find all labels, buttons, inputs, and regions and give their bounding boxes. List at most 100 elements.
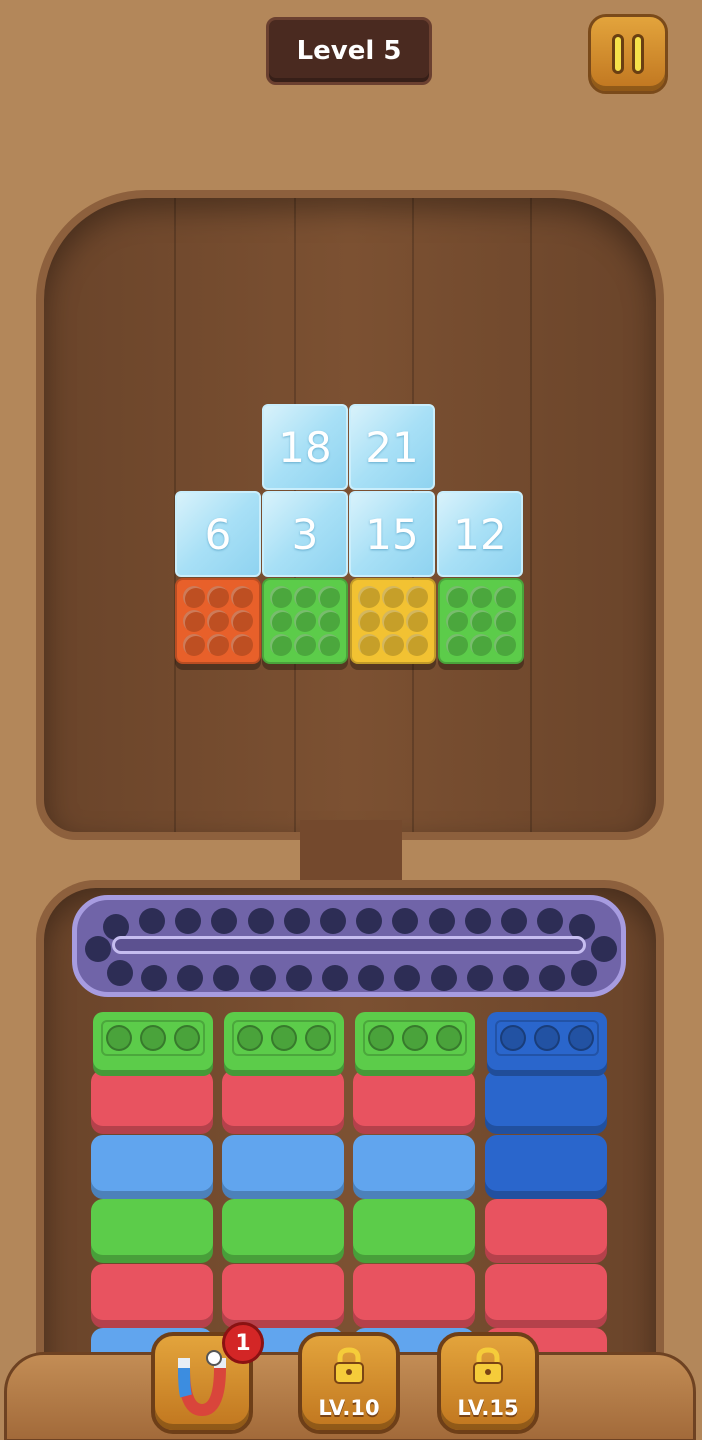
tile-dot: [294, 610, 316, 632]
stack-layer[interactable]: [353, 1134, 475, 1191]
stack-layer[interactable]: [485, 1134, 607, 1191]
tile-dot: [183, 610, 205, 632]
tile-dot: [207, 610, 229, 632]
cap-hole: [402, 1025, 428, 1051]
stack-cap[interactable]: [224, 1012, 344, 1070]
tile-dot: [406, 634, 428, 656]
stack-layer[interactable]: [91, 1070, 213, 1126]
stack-layer[interactable]: [353, 1263, 475, 1320]
conveyor-slot: [177, 965, 204, 991]
stack-layer[interactable]: [485, 1199, 607, 1255]
cap-hole: [568, 1025, 594, 1051]
green-block-tile[interactable]: [262, 578, 348, 664]
stack-cap[interactable]: [487, 1012, 607, 1070]
conveyor-slot: [358, 965, 385, 991]
stack-layer[interactable]: [91, 1199, 213, 1255]
magnet-count-badge: 1: [222, 1322, 264, 1364]
pause-icon-bar: [632, 34, 644, 74]
conveyor-slot: [211, 908, 238, 934]
stack-layer[interactable]: [353, 1070, 475, 1126]
tile-dot: [358, 586, 380, 608]
stack-layer[interactable]: [222, 1199, 344, 1255]
tile-dot: [270, 634, 292, 656]
tile-dot: [270, 610, 292, 632]
tile-dot: [494, 634, 516, 656]
ice-tile[interactable]: 15: [349, 491, 435, 577]
stack-layer[interactable]: [91, 1263, 213, 1320]
locked-booster-button[interactable]: LV.10: [298, 1332, 400, 1434]
ice-tile[interactable]: 3: [262, 491, 348, 577]
conveyor-slot: [175, 908, 202, 934]
orange-block-tile[interactable]: [175, 578, 261, 664]
ice-tile[interactable]: 18: [262, 404, 348, 490]
pause-icon: [612, 34, 624, 74]
conveyor-slot: [591, 936, 617, 962]
tile-dot: [270, 586, 292, 608]
stack-layer[interactable]: [222, 1070, 344, 1126]
tile-dot: [294, 634, 316, 656]
tile-dot: [231, 610, 253, 632]
pause-button[interactable]: [588, 14, 668, 94]
cap-hole: [500, 1025, 526, 1051]
green-block-tile[interactable]: [438, 578, 524, 664]
tile-dot: [318, 586, 340, 608]
conveyor-slot: [213, 965, 240, 991]
tile-dot: [470, 586, 492, 608]
conveyor-slot: [107, 960, 133, 986]
stack-cap[interactable]: [355, 1012, 475, 1070]
yellow-block-tile[interactable]: [350, 578, 436, 664]
conveyor-slot: [392, 908, 419, 934]
conveyor-slot: [283, 908, 310, 934]
tile-dot: [382, 586, 404, 608]
conveyor-slot: [501, 908, 527, 934]
conveyor-slot: [322, 965, 348, 991]
conveyor-slot: [139, 908, 165, 934]
cap-hole: [106, 1025, 132, 1051]
tile-dot: [358, 634, 380, 656]
cap-hole: [305, 1025, 331, 1051]
stack-layer[interactable]: [91, 1134, 213, 1191]
conveyor-slot: [571, 960, 597, 986]
cap-hole: [237, 1025, 263, 1051]
conveyor-slot: [537, 908, 564, 934]
stack-layer[interactable]: [485, 1070, 607, 1126]
stack-layer[interactable]: [353, 1199, 475, 1255]
tile-dot: [446, 634, 468, 656]
ice-tile[interactable]: 12: [437, 491, 523, 577]
tile-dot: [231, 586, 253, 608]
level-label: Level 5: [266, 17, 432, 85]
stack-layer[interactable]: [222, 1134, 344, 1191]
conveyor-slot: [285, 965, 312, 991]
stack-cap[interactable]: [93, 1012, 213, 1070]
cap-hole: [271, 1025, 297, 1051]
conveyor-slot: [394, 965, 421, 991]
conveyor-slot: [466, 965, 493, 991]
conveyor-slot: [539, 965, 566, 991]
tile-dot: [470, 610, 492, 632]
tile-dot: [494, 610, 516, 632]
tile-dot: [446, 610, 468, 632]
tile-dot: [207, 634, 229, 656]
locked-booster-button[interactable]: LV.15: [437, 1332, 539, 1434]
cap-hole: [436, 1025, 462, 1051]
ice-tile[interactable]: 21: [349, 404, 435, 490]
conveyor-slot: [249, 965, 276, 991]
tile-dot: [446, 586, 468, 608]
conveyor-rail: [112, 936, 586, 954]
stack-layer[interactable]: [485, 1263, 607, 1320]
conveyor-slot: [85, 936, 111, 962]
tile-dot: [382, 634, 404, 656]
cap-hole: [534, 1025, 560, 1051]
tile-dot: [382, 610, 404, 632]
tile-dot: [294, 586, 316, 608]
stack-layer[interactable]: [222, 1263, 344, 1320]
ice-tile[interactable]: 6: [175, 491, 261, 577]
tile-dot: [406, 586, 428, 608]
conveyor-slot: [356, 908, 383, 934]
tile-dot: [318, 610, 340, 632]
tile-dot: [494, 586, 516, 608]
tile-dot: [207, 586, 229, 608]
cap-hole: [368, 1025, 394, 1051]
conveyor-slot: [141, 965, 167, 991]
magnet-icon: [178, 1350, 226, 1417]
